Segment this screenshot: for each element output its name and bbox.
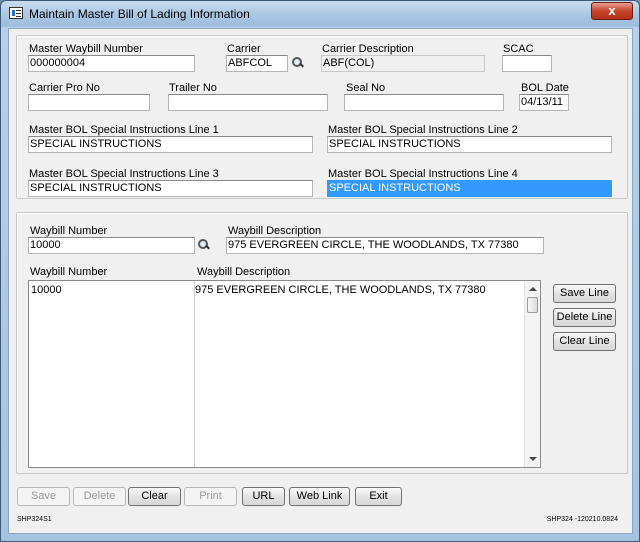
url-button[interactable]: URL — [242, 487, 285, 506]
instructions-line1-label: Master BOL Special Instructions Line 1 — [29, 124, 219, 136]
seal-input[interactable] — [344, 94, 504, 111]
list-column-divider — [194, 281, 195, 467]
screen-id-right: SHP324 -120210.0824 — [546, 516, 618, 523]
main-window: Maintain Master Bill of Lading Informati… — [0, 0, 640, 542]
carrier-pro-input[interactable] — [28, 94, 150, 111]
instructions-line2-input[interactable]: SPECIAL INSTRUCTIONS — [327, 136, 612, 153]
save-line-button[interactable]: Save Line — [553, 284, 616, 303]
waybill-description-input[interactable]: 975 EVERGREEN CIRCLE, THE WOODLANDS, TX … — [226, 237, 544, 254]
list-header-waybill-number: Waybill Number — [30, 266, 108, 278]
instructions-line2-label: Master BOL Special Instructions Line 2 — [328, 124, 518, 136]
master-waybill-input[interactable]: 000000004 — [28, 55, 195, 72]
waybill-search-icon[interactable] — [197, 239, 209, 251]
carrier-description-label: Carrier Description — [322, 43, 414, 55]
bol-date-label: BOL Date — [521, 82, 569, 94]
carrier-input[interactable]: ABFCOL — [226, 55, 288, 72]
screen-id-left: SHP324S1 — [17, 516, 52, 523]
title-bar: Maintain Master Bill of Lading Informati… — [1, 1, 639, 27]
master-bol-group: Master Waybill Number 000000004 Carrier … — [16, 35, 628, 199]
app-icon — [9, 7, 23, 19]
scroll-thumb[interactable] — [527, 297, 538, 313]
instructions-line3-input[interactable]: SPECIAL INSTRUCTIONS — [28, 180, 313, 197]
list-header-waybill-description: Waybill Description — [197, 266, 291, 278]
save-button[interactable]: Save — [17, 487, 70, 506]
trailer-input[interactable] — [168, 94, 328, 111]
delete-line-button[interactable]: Delete Line — [553, 308, 616, 327]
instructions-line4-input[interactable]: SPECIAL INSTRUCTIONS — [327, 180, 612, 197]
clear-button[interactable]: Clear — [128, 487, 181, 506]
instructions-line3-label: Master BOL Special Instructions Line 3 — [29, 168, 219, 180]
carrier-label: Carrier — [227, 43, 261, 55]
instructions-line1-input[interactable]: SPECIAL INSTRUCTIONS — [28, 136, 313, 153]
carrier-search-icon[interactable] — [291, 57, 303, 69]
print-button[interactable]: Print — [184, 487, 237, 506]
bol-date-input[interactable]: 04/13/11 — [519, 94, 569, 111]
clear-line-button[interactable]: Clear Line — [553, 332, 616, 351]
scac-label: SCAC — [503, 43, 534, 55]
list-vertical-scrollbar[interactable] — [524, 281, 540, 467]
trailer-label: Trailer No — [169, 82, 217, 94]
waybill-list[interactable]: 10000 975 EVERGREEN CIRCLE, THE WOODLAND… — [28, 280, 541, 468]
scroll-up-arrow-icon[interactable] — [529, 287, 537, 291]
carrier-pro-label: Carrier Pro No — [29, 82, 100, 94]
waybill-number-label: Waybill Number — [30, 225, 108, 237]
master-waybill-label: Master Waybill Number — [29, 43, 143, 55]
carrier-description-field: ABF(COL) — [321, 55, 485, 72]
form-client-area: Master Waybill Number 000000004 Carrier … — [8, 28, 633, 534]
scac-input[interactable] — [502, 55, 552, 72]
instructions-line4-label: Master BOL Special Instructions Line 4 — [328, 168, 518, 180]
exit-button[interactable]: Exit — [355, 487, 402, 506]
seal-label: Seal No — [346, 82, 386, 94]
scroll-down-arrow-icon[interactable] — [529, 457, 537, 461]
close-button[interactable]: x — [591, 2, 633, 20]
window-title: Maintain Master Bill of Lading Informati… — [29, 7, 250, 21]
list-cell-waybill-description[interactable]: 975 EVERGREEN CIRCLE, THE WOODLANDS, TX … — [195, 284, 486, 296]
waybill-number-input[interactable]: 10000 — [28, 237, 195, 254]
list-cell-waybill-number[interactable]: 10000 — [31, 284, 62, 296]
waybill-description-label: Waybill Description — [228, 225, 322, 237]
delete-button[interactable]: Delete — [73, 487, 126, 506]
web-link-button[interactable]: Web Link — [289, 487, 350, 506]
